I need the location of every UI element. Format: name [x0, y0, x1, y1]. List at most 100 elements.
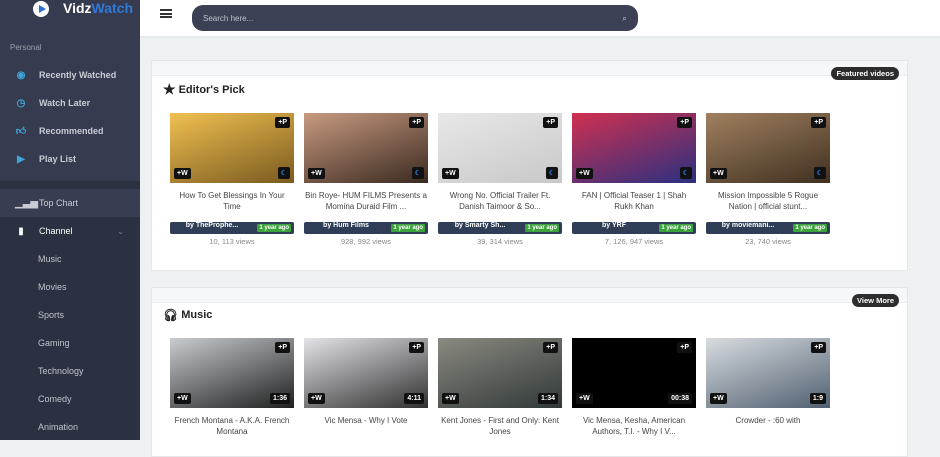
video-thumbnail[interactable]: +P +W ☾ [438, 113, 562, 183]
add-playlist-button[interactable]: +P [677, 117, 692, 128]
add-watch-later-button[interactable]: +W [174, 168, 191, 179]
add-watch-later-button[interactable]: +W [442, 168, 459, 179]
video-card[interactable]: +P +W ☾ Wrong No. Official Trailer Ft. Dan… [438, 113, 562, 246]
video-card[interactable]: +P +W ☾ FAN | Official Teaser 1 | Shah Ruk… [572, 113, 696, 246]
channel-animation[interactable]: Animation [38, 422, 78, 432]
add-playlist-button[interactable]: +P [409, 342, 424, 353]
video-title[interactable]: Vic Mensa, Kesha, American Authors, T.I.… [572, 415, 696, 439]
sidebar-item-play-list[interactable]: ▶ Play List [0, 145, 140, 173]
video-thumbnail[interactable]: +P +W ☾ [572, 113, 696, 183]
thumbs-up-icon: 👍︎ [15, 126, 27, 137]
duration-badge: 00:38 [668, 393, 692, 404]
video-card[interactable]: +P +W 1:34 Kent Jones - First and Only: Ke… [438, 338, 562, 439]
add-watch-later-button[interactable]: +W [576, 168, 593, 179]
video-title[interactable]: Kent Jones - First and Only: Kent Jones [438, 415, 562, 439]
add-playlist-button[interactable]: +P [811, 342, 826, 353]
play-icon: ▶ [17, 153, 25, 165]
video-card[interactable]: +P +W ☾ Mission Impossible 5 Rogue Nation … [706, 113, 830, 246]
label: Recommended [39, 126, 104, 136]
video-card[interactable]: +P +W ☾ Bin Roye- HUM FILMS Presents a Mom… [304, 113, 428, 246]
search-input[interactable] [203, 13, 622, 23]
video-thumbnail[interactable]: +P +W ☾ [706, 113, 830, 183]
video-thumbnail[interactable]: +P +W 00:38 [572, 338, 696, 408]
video-title[interactable]: Wrong No. Official Trailer Ft. Danish Ta… [438, 190, 562, 214]
video-card[interactable]: +P +W 00:38 Vic Mensa, Kesha, American Aut… [572, 338, 696, 439]
video-title[interactable]: FAN | Official Teaser 1 | Shah Rukh Khan [572, 190, 696, 214]
channel-movies[interactable]: Movies [38, 282, 67, 292]
video-card[interactable]: +P +W ☾ How To Get Blessings In Your Time b… [170, 113, 294, 246]
label: Play List [39, 154, 77, 164]
moon-icon: ☾ [813, 167, 826, 179]
video-card[interactable]: +P +W 1:36 French Montana - A.K.A. French … [170, 338, 294, 439]
video-title[interactable]: Crowder - :60 with [706, 415, 830, 439]
star-icon: ★ [163, 81, 176, 97]
channel-comedy[interactable]: Comedy [38, 394, 72, 404]
moon-icon: ☾ [411, 167, 424, 179]
add-playlist-button[interactable]: +P [677, 342, 692, 353]
age-badge: 1 year ago [659, 224, 693, 232]
add-playlist-button[interactable]: +P [543, 342, 558, 353]
add-playlist-button[interactable]: +P [543, 117, 558, 128]
duration-badge: 4:11 [404, 393, 424, 404]
channel-name[interactable]: by TheProphe... [170, 222, 254, 229]
sidebar-item-channel[interactable]: ▮ Channel ⌄ [0, 217, 140, 245]
sidebar-item-recommended[interactable]: 👍︎ Recommended [0, 117, 140, 145]
channel-name[interactable]: by Hum Films [304, 222, 388, 229]
add-playlist-button[interactable]: +P [409, 117, 424, 128]
sidebar-item-recently-watched[interactable]: ◉ Recently Watched [0, 61, 140, 89]
age-badge: 1 year ago [525, 224, 559, 232]
search-bar: ⌕ [192, 5, 638, 31]
channel-technology[interactable]: Technology [38, 366, 84, 376]
video-title[interactable]: Vic Mensa - Why I Vote [304, 415, 428, 439]
logo[interactable]: VidzWatch [33, 0, 133, 17]
headphones-icon: 🎧︎ [163, 308, 179, 322]
view-count: 39, 314 views [477, 237, 523, 246]
moon-icon: ☾ [679, 167, 692, 179]
moon-icon: ☾ [277, 167, 290, 179]
add-watch-later-button[interactable]: +W [174, 393, 191, 404]
view-count: 10, 113 views [209, 237, 255, 246]
video-thumbnail[interactable]: +P +W ☾ [170, 113, 294, 183]
video-thumbnail[interactable]: +P +W ☾ [304, 113, 428, 183]
featured-videos-badge[interactable]: Featured videos [831, 67, 899, 80]
channel-sports[interactable]: Sports [38, 310, 64, 320]
channel-gaming[interactable]: Gaming [38, 338, 70, 348]
add-watch-later-button[interactable]: +W [308, 393, 325, 404]
video-card[interactable]: +P +W 1:9 Crowder - :60 with [706, 338, 830, 439]
section-title: Music [181, 309, 213, 321]
video-meta-bar: by moviemani... 1 year ago [706, 222, 830, 234]
play-logo-icon [33, 1, 49, 17]
music-section: View More 🎧︎ Music +P +W 1:36 French Montan… [151, 287, 908, 457]
add-watch-later-button[interactable]: +W [576, 393, 593, 404]
add-watch-later-button[interactable]: +W [442, 393, 459, 404]
video-title[interactable]: Mission Impossible 5 Rogue Nation | offi… [706, 190, 830, 214]
add-playlist-button[interactable]: +P [275, 117, 290, 128]
eye-icon: ◉ [16, 69, 26, 81]
search-icon[interactable]: ⌕ [622, 13, 627, 24]
channel-music[interactable]: Music [38, 254, 62, 264]
add-watch-later-button[interactable]: +W [710, 393, 727, 404]
video-thumbnail[interactable]: +P +W 1:34 [438, 338, 562, 408]
video-thumbnail[interactable]: +P +W 4:11 [304, 338, 428, 408]
channel-name[interactable]: by Smarty Sh... [438, 222, 522, 229]
label: Recently Watched [39, 70, 117, 80]
add-playlist-button[interactable]: +P [811, 117, 826, 128]
view-count: 23, 740 views [745, 237, 791, 246]
video-card[interactable]: +P +W 4:11 Vic Mensa - Why I Vote [304, 338, 428, 439]
clock-icon: ◷ [16, 97, 26, 109]
video-thumbnail[interactable]: +P +W 1:9 [706, 338, 830, 408]
view-more-button[interactable]: View More [852, 294, 899, 307]
add-watch-later-button[interactable]: +W [710, 168, 727, 179]
channel-name[interactable]: by moviemani... [706, 222, 790, 229]
sidebar-item-top-chart[interactable]: ▁▃▅ Top Chart [0, 189, 140, 217]
video-title[interactable]: French Montana - A.K.A. French Montana [170, 415, 294, 439]
menu-toggle-icon[interactable] [160, 9, 172, 18]
sidebar-item-watch-later[interactable]: ◷ Watch Later [0, 89, 140, 117]
video-title[interactable]: How To Get Blessings In Your Time [170, 190, 294, 214]
add-playlist-button[interactable]: +P [275, 342, 290, 353]
video-thumbnail[interactable]: +P +W 1:36 [170, 338, 294, 408]
add-watch-later-button[interactable]: +W [308, 168, 325, 179]
channel-name[interactable]: by YRF [572, 222, 656, 229]
video-title[interactable]: Bin Roye- HUM FILMS Presents a Momina Du… [304, 190, 428, 214]
sidebar: VidzWatch Personal ◉ Recently Watched ◷ Wa… [0, 0, 140, 440]
